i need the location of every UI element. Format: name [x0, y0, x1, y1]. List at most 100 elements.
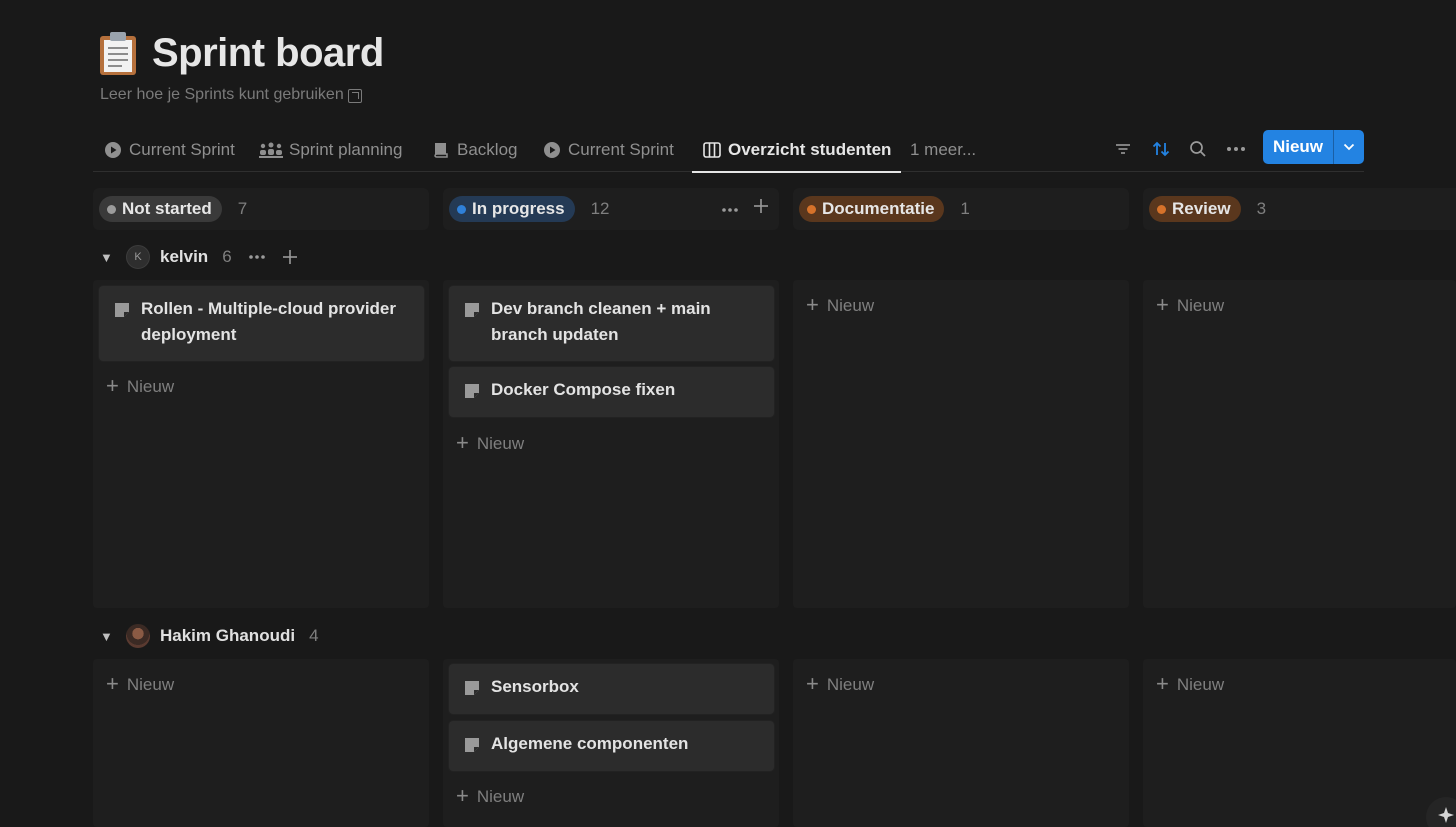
group-name: kelvin — [160, 247, 209, 266]
tab-overzicht-studenten[interactable]: Overzicht studenten — [691, 128, 902, 173]
subtitle-text[interactable]: Leer hoe je Sprints kunt gebruiken — [100, 86, 344, 104]
people-icon — [259, 140, 283, 160]
add-new-button[interactable]: + Nieuw — [456, 431, 525, 454]
chevron-down-icon[interactable] — [1334, 130, 1364, 164]
column-actions — [721, 198, 769, 219]
add-new-button[interactable]: + Nieuw — [1156, 670, 1225, 696]
status-label: Review — [1172, 199, 1231, 218]
subtitle-link[interactable]: Leer hoe je Sprints kunt gebruiken — [100, 86, 362, 104]
add-new-label: Nieuw — [826, 675, 875, 694]
add-new-button[interactable]: + Nieuw — [806, 291, 875, 317]
status-label: Not started — [122, 199, 212, 218]
search-icon[interactable] — [1185, 136, 1211, 162]
task-card[interactable]: Dev branch cleanen + main branch updaten — [449, 286, 774, 361]
add-new-label: Nieuw — [126, 377, 175, 396]
more-options-icon[interactable] — [721, 200, 739, 218]
collapse-triangle-icon[interactable]: ▼ — [100, 250, 116, 265]
add-new-label: Nieuw — [1176, 296, 1225, 315]
sort-icon[interactable] — [1148, 136, 1174, 162]
page-icon — [463, 301, 481, 319]
column-header-review[interactable]: Review 3 — [1143, 188, 1456, 230]
column-count: 1 — [960, 199, 970, 218]
plus-icon: + — [806, 670, 819, 696]
column-header-in-progress[interactable]: In progress 12 — [443, 188, 779, 230]
board-icon — [702, 140, 722, 160]
status-dot — [457, 204, 466, 214]
tab-label: Current Sprint — [568, 139, 674, 159]
page-header: Sprint board — [98, 30, 384, 76]
card-title: Sensorbox — [491, 677, 579, 696]
status-pill[interactable]: In progress — [449, 196, 575, 222]
plus-icon: + — [1156, 670, 1169, 696]
group-header-kelvin[interactable]: ▼ K kelvin 6 — [100, 242, 298, 272]
view-tabs: Current Sprint Sprint planning Backlog C… — [93, 128, 1364, 173]
plus-icon[interactable] — [282, 249, 298, 265]
plus-icon: + — [1156, 291, 1169, 317]
new-button[interactable]: Nieuw — [1263, 130, 1364, 164]
more-options-icon[interactable] — [248, 254, 266, 260]
status-label: In progress — [472, 199, 565, 218]
status-pill[interactable]: Not started — [99, 196, 222, 222]
add-new-button[interactable]: + Nieuw — [106, 374, 175, 397]
tab-label: Overzicht studenten — [728, 139, 892, 159]
collapse-triangle-icon[interactable]: ▼ — [100, 629, 116, 644]
status-label: Documentatie — [822, 199, 935, 218]
status-pill[interactable]: Documentatie — [799, 196, 945, 222]
tab-label: Backlog — [457, 139, 518, 159]
group-count: 6 — [222, 247, 232, 266]
card-title: Algemene componenten — [491, 734, 689, 753]
task-card[interactable]: Rollen - Multiple-cloud provider deploym… — [99, 286, 424, 361]
clipboard-icon[interactable] — [98, 30, 138, 76]
add-new-button[interactable]: + Nieuw — [806, 670, 875, 696]
add-new-button[interactable]: + Nieuw — [106, 670, 175, 696]
page-icon — [463, 382, 481, 400]
add-new-button[interactable]: + Nieuw — [1156, 291, 1225, 317]
add-new-label: Nieuw — [826, 296, 875, 315]
column-count: 12 — [590, 199, 610, 218]
card-title: Dev branch cleanen + main branch updaten — [491, 299, 711, 344]
avatar: K — [126, 245, 150, 269]
book-icon — [431, 140, 451, 160]
column-header-documentatie[interactable]: Documentatie 1 — [793, 188, 1129, 230]
task-card[interactable]: Algemene componenten — [449, 721, 774, 771]
tab-backlog[interactable]: Backlog — [431, 128, 517, 171]
tab-current-sprint[interactable]: Current Sprint — [103, 128, 235, 171]
lane-kelvin-review — [1143, 280, 1456, 608]
status-pill[interactable]: Review — [1149, 196, 1241, 222]
new-button-label[interactable]: Nieuw — [1263, 130, 1334, 164]
card-title: Docker Compose fixen — [491, 380, 676, 399]
column-header-not-started[interactable]: Not started 7 — [93, 188, 429, 230]
play-circle-icon — [542, 140, 562, 160]
group-name: Hakim Ghanoudi — [160, 626, 296, 645]
lane-kelvin-documentatie — [793, 280, 1129, 608]
tab-label: Current Sprint — [129, 139, 235, 159]
card-title: Rollen - Multiple-cloud provider deploym… — [141, 299, 396, 344]
status-dot — [807, 204, 816, 214]
plus-icon: + — [106, 670, 119, 696]
plus-icon: + — [806, 291, 819, 317]
plus-icon[interactable] — [753, 198, 769, 219]
add-new-button[interactable]: + Nieuw — [456, 784, 525, 807]
tab-more[interactable]: 1 meer... — [910, 128, 976, 171]
add-new-label: Nieuw — [476, 434, 525, 453]
group-count: 4 — [309, 626, 319, 645]
page-icon — [113, 301, 131, 319]
avatar — [126, 624, 150, 648]
more-options-icon[interactable] — [1223, 136, 1249, 162]
add-new-label: Nieuw — [126, 675, 175, 694]
group-header-hakim-ghanoudi[interactable]: ▼ Hakim Ghanoudi 4 — [100, 621, 319, 651]
column-count: 3 — [1256, 199, 1267, 218]
play-circle-icon — [103, 140, 123, 160]
task-card[interactable]: Docker Compose fixen — [449, 367, 774, 417]
sprint-board-page: Sprint board Leer hoe je Sprints kunt ge… — [0, 0, 1456, 827]
tab-current-sprint-2[interactable]: Current Sprint — [542, 128, 674, 171]
task-card[interactable]: Sensorbox — [449, 664, 774, 714]
tab-label: Sprint planning — [289, 139, 403, 159]
add-new-label: Nieuw — [1176, 675, 1225, 694]
status-dot — [1157, 204, 1166, 214]
page-icon — [463, 679, 481, 697]
tab-sprint-planning[interactable]: Sprint planning — [259, 128, 402, 171]
column-count: 7 — [237, 199, 248, 218]
filter-icon[interactable] — [1110, 136, 1136, 162]
add-new-label: Nieuw — [476, 787, 525, 806]
